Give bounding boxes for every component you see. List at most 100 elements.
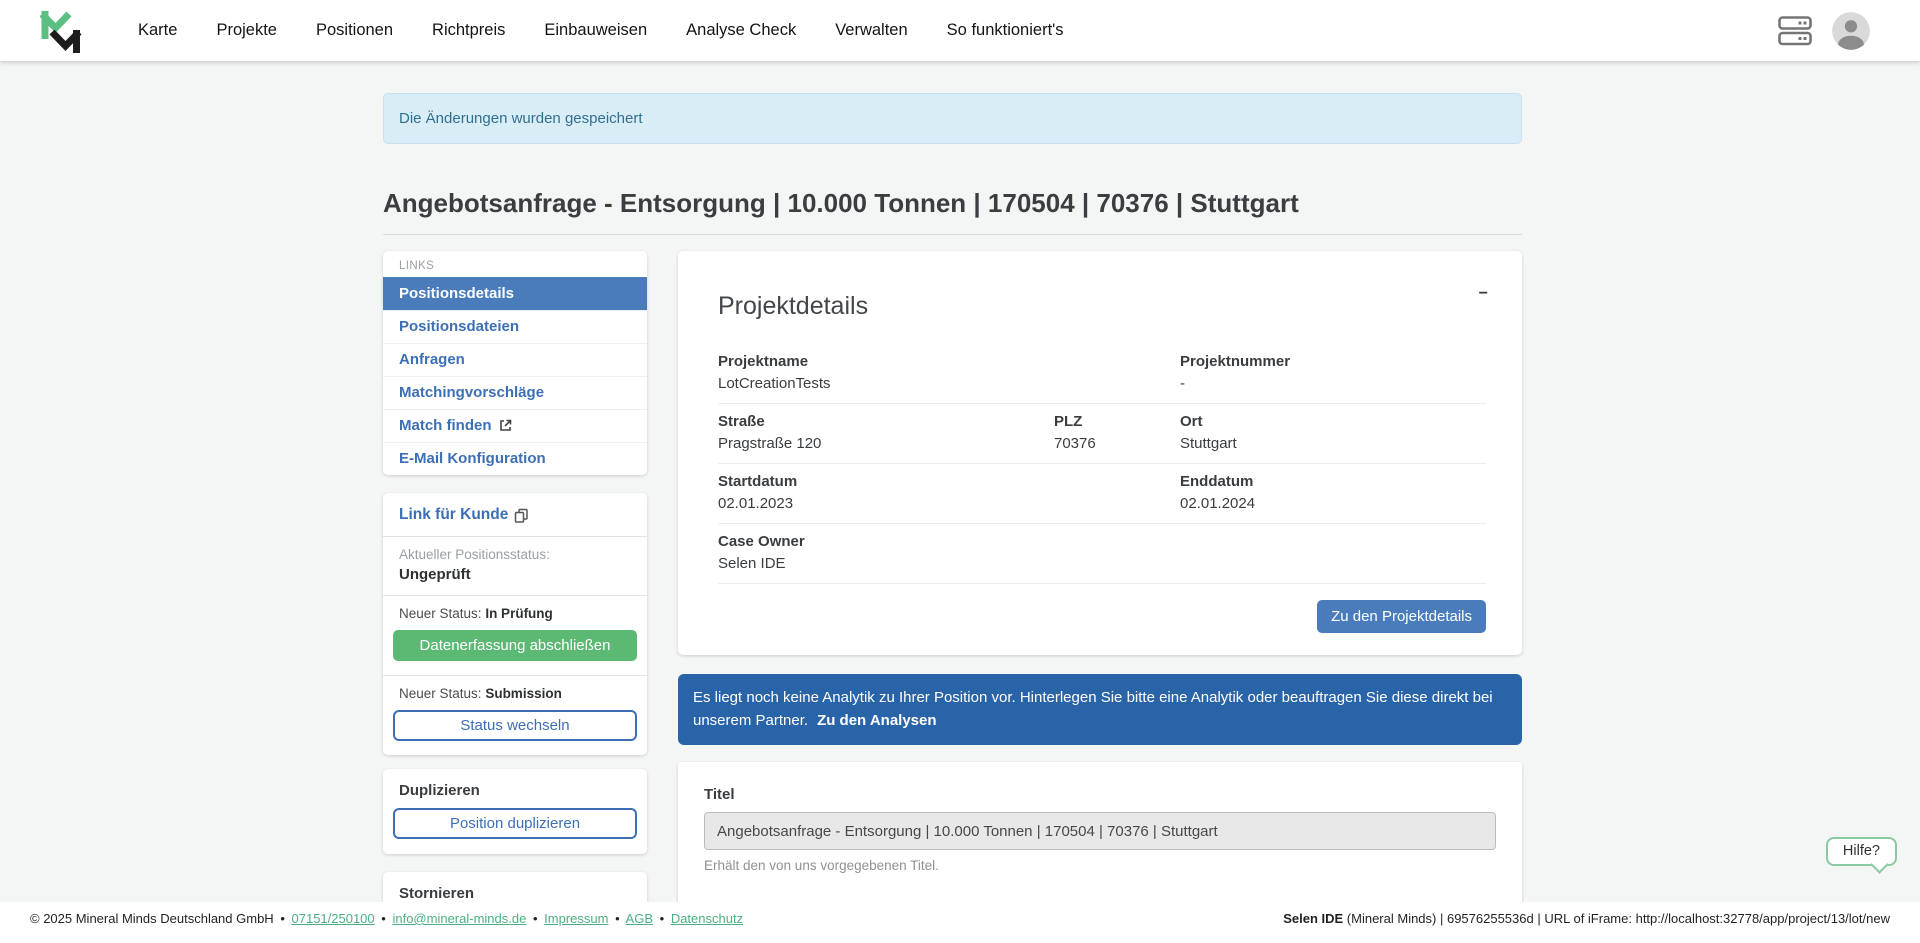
field-value: Pragstraße 120 <box>718 435 1054 452</box>
server-sessions-button[interactable] <box>1778 15 1812 47</box>
main-column: Projektdetails − Projektname LotCreation… <box>678 251 1522 943</box>
mineral-minds-logo-icon <box>40 8 82 54</box>
footer-phone-link[interactable]: 07151/250100 <box>292 911 375 926</box>
footer-separator: • <box>381 911 386 926</box>
links-header: LINKS <box>383 251 647 277</box>
field-value: Stuttgart <box>1180 435 1237 452</box>
sidebar-item-anfragen[interactable]: Anfragen <box>383 343 647 376</box>
two-column-layout: LINKS Positionsdetails Positionsdateien … <box>383 251 1522 943</box>
field-label: Ort <box>1180 413 1237 430</box>
success-alert: Die Änderungen wurden gespeichert <box>383 93 1522 144</box>
new-status-prefix: Neuer Status: <box>399 686 482 701</box>
field-label: Straße <box>718 413 1054 430</box>
titel-label: Titel <box>704 786 1496 803</box>
cancel-header: Stornieren <box>383 885 647 902</box>
sidebar-item-email-konfiguration[interactable]: E-Mail Konfiguration <box>383 442 647 475</box>
complete-data-entry-button[interactable]: Datenerfassung abschließen <box>393 630 637 661</box>
nav-item-projekte[interactable]: Projekte <box>216 21 277 40</box>
project-row-dates: Startdatum 02.01.2023 Enddatum 02.01.202… <box>718 464 1486 524</box>
sidebar-item-label: Positionsdetails <box>399 285 514 302</box>
footer-email-link[interactable]: info@mineral-minds.de <box>392 911 526 926</box>
field-label: PLZ <box>1054 413 1180 430</box>
footer-user: Selen IDE <box>1283 911 1343 926</box>
footer-separator: • <box>660 911 665 926</box>
project-row-case-owner: Case Owner Selen IDE <box>718 524 1486 584</box>
sidebar-item-label: Positionsdateien <box>399 318 519 335</box>
customer-link[interactable]: Link für Kunde <box>399 506 529 524</box>
new-status-2: Neuer Status: Submission <box>383 676 647 701</box>
titel-input <box>704 812 1496 850</box>
external-link-icon <box>499 419 512 432</box>
field-label: Projektname <box>718 353 1180 370</box>
field-label: Projektnummer <box>1180 353 1290 370</box>
collapse-card-button[interactable]: − <box>1479 285 1488 303</box>
current-status-label: Aktueller Positionsstatus: <box>399 547 631 562</box>
field-value: Selen IDE <box>718 555 805 572</box>
project-details-card: Projektdetails − Projektname LotCreation… <box>678 251 1522 655</box>
main-nav: Karte Projekte Positionen Richtpreis Ein… <box>138 21 1064 40</box>
navbar-right <box>1778 12 1870 50</box>
new-status-1: Neuer Status: In Prüfung <box>383 596 647 621</box>
duplicate-header: Duplizieren <box>383 782 647 799</box>
user-avatar-button[interactable] <box>1832 12 1870 50</box>
brand-logo[interactable] <box>40 8 82 54</box>
footer-separator: • <box>533 911 538 926</box>
switch-status-button[interactable]: Status wechseln <box>393 710 637 741</box>
nav-item-richtpreis[interactable]: Richtpreis <box>432 21 505 40</box>
field-value: 02.01.2023 <box>718 495 1180 512</box>
new-status-prefix: Neuer Status: <box>399 606 482 621</box>
sidebar-item-label: E-Mail Konfiguration <box>399 450 546 467</box>
footer-right: Selen IDE (Mineral Minds) | 69576255536d… <box>1283 911 1890 926</box>
new-status-1-value: In Prüfung <box>485 606 553 621</box>
sidebar-item-label: Matchingvorschläge <box>399 384 544 401</box>
field-value: LotCreationTests <box>718 375 1180 392</box>
nav-item-einbauweisen[interactable]: Einbauweisen <box>544 21 647 40</box>
footer-separator: • <box>280 911 285 926</box>
go-to-analyses-link[interactable]: Zu den Analysen <box>817 712 936 729</box>
status-card: Link für Kunde Aktueller Positionsstatus… <box>383 493 647 755</box>
footer-agb-link[interactable]: AGB <box>626 911 653 926</box>
nav-item-positionen[interactable]: Positionen <box>316 21 393 40</box>
nav-item-analyse-check[interactable]: Analyse Check <box>686 21 796 40</box>
sidebar-item-positionsdetails[interactable]: Positionsdetails <box>383 277 647 310</box>
sidebar-item-match-finden[interactable]: Match finden <box>383 409 647 442</box>
sidebar-item-label: Anfragen <box>399 351 465 368</box>
nav-item-karte[interactable]: Karte <box>138 21 177 40</box>
footer-session-info: (Mineral Minds) | 69576255536d | URL of … <box>1347 911 1890 926</box>
footer-left: © 2025 Mineral Minds Deutschland GmbH • … <box>30 911 743 926</box>
analytics-info-banner: Es liegt noch keine Analytik zu Ihrer Po… <box>678 674 1522 745</box>
duplicate-position-button[interactable]: Position duplizieren <box>393 808 637 839</box>
page-footer: © 2025 Mineral Minds Deutschland GmbH • … <box>0 902 1920 943</box>
field-value: 02.01.2024 <box>1180 495 1255 512</box>
nav-item-verwalten[interactable]: Verwalten <box>835 21 907 40</box>
top-navbar: Karte Projekte Positionen Richtpreis Ein… <box>0 0 1920 61</box>
server-icon <box>1778 15 1812 47</box>
avatar-icon <box>1832 12 1870 50</box>
field-value: 70376 <box>1054 435 1180 452</box>
titel-help: Erhält den von uns vorgegebenen Titel. <box>704 858 1496 873</box>
sidebar-item-positionsdateien[interactable]: Positionsdateien <box>383 310 647 343</box>
current-status-value: Ungeprüft <box>399 566 631 583</box>
links-card: LINKS Positionsdetails Positionsdateien … <box>383 251 647 475</box>
copyright-text: © 2025 Mineral Minds Deutschland GmbH <box>30 911 274 926</box>
field-label: Startdatum <box>718 473 1180 490</box>
project-row-address: Straße Pragstraße 120 PLZ 70376 Ort Stut… <box>718 404 1486 464</box>
success-alert-text: Die Änderungen wurden gespeichert <box>399 110 643 127</box>
analytics-banner-text: Es liegt noch keine Analytik zu Ihrer Po… <box>693 689 1493 729</box>
nav-item-so-funktionierts[interactable]: So funktioniert's <box>947 21 1064 40</box>
sidebar-item-label: Match finden <box>399 417 492 434</box>
copy-icon <box>514 508 529 523</box>
duplicate-card: Duplizieren Position duplizieren <box>383 769 647 854</box>
page-content: Die Änderungen wurden gespeichert Angebo… <box>383 0 1522 943</box>
field-value: - <box>1180 375 1290 392</box>
project-row-name-number: Projektname LotCreationTests Projektnumm… <box>718 344 1486 404</box>
help-button[interactable]: Hilfe? <box>1826 837 1897 866</box>
field-label: Case Owner <box>718 533 805 550</box>
new-status-2-value: Submission <box>485 686 562 701</box>
footer-separator: • <box>615 911 620 926</box>
sidebar-item-matchingvorschlaege[interactable]: Matchingvorschläge <box>383 376 647 409</box>
footer-datenschutz-link[interactable]: Datenschutz <box>671 911 743 926</box>
page-title: Angebotsanfrage - Entsorgung | 10.000 To… <box>383 188 1522 219</box>
go-to-project-details-button[interactable]: Zu den Projektdetails <box>1317 600 1486 633</box>
footer-impressum-link[interactable]: Impressum <box>544 911 608 926</box>
